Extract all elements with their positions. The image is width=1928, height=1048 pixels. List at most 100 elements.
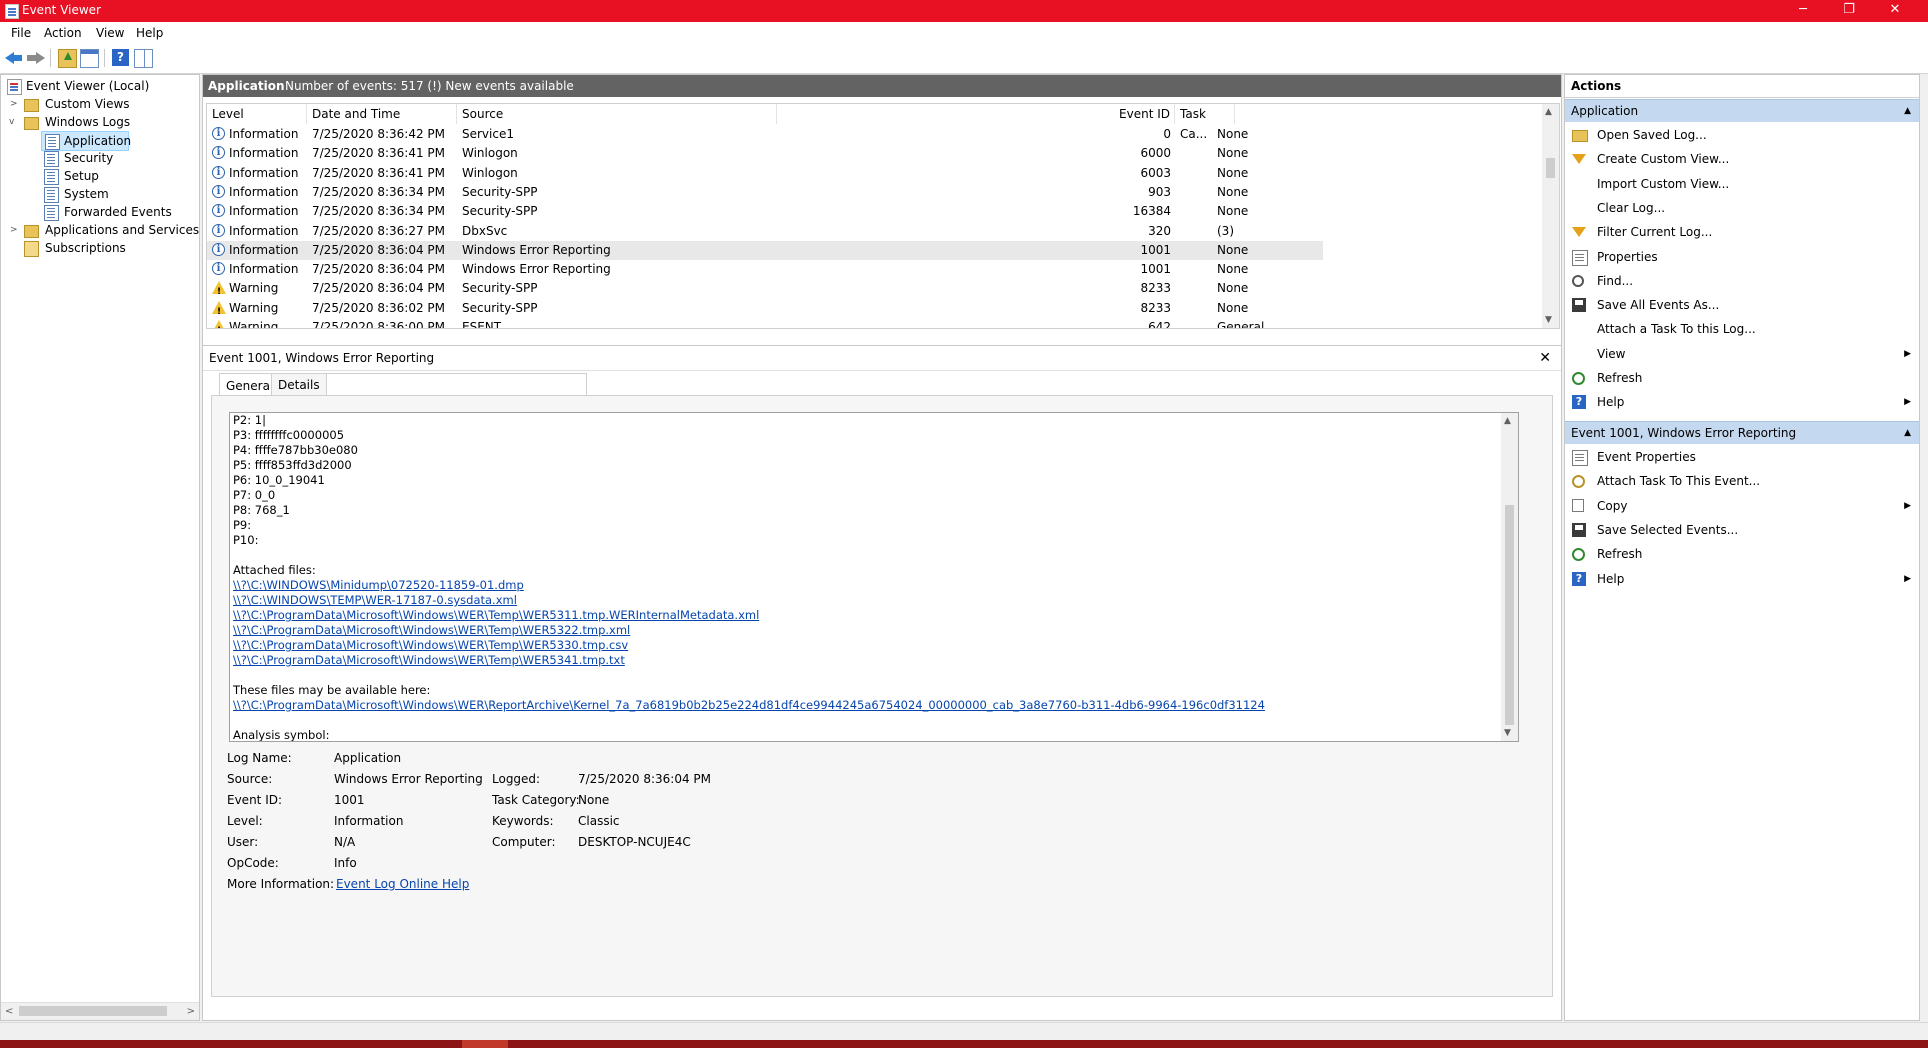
event-list-scrollbar[interactable]: ▲ ▼ xyxy=(1542,104,1559,328)
description-row: Attached files: xyxy=(233,563,316,578)
menu-help[interactable]: Help xyxy=(136,26,163,40)
action-save-selected-events[interactable]: Save Selected Events... xyxy=(1565,518,1919,542)
action-properties[interactable]: Properties xyxy=(1565,245,1919,269)
more-information-label: More Information: xyxy=(227,877,335,891)
event-level: Information xyxy=(229,184,299,199)
scroll-down-icon[interactable]: ▼ xyxy=(1545,315,1552,325)
show-hide-console-tree-icon[interactable] xyxy=(80,49,99,68)
up-folder-icon[interactable] xyxy=(58,49,77,68)
action-open-saved-log[interactable]: Open Saved Log... xyxy=(1565,123,1919,147)
action-find[interactable]: Find... xyxy=(1565,269,1919,293)
chevron-right-icon[interactable]: > xyxy=(10,95,18,113)
tab-details[interactable]: Details xyxy=(271,373,327,397)
column-header-task-category[interactable]: Task Ca... xyxy=(1175,104,1235,141)
actions-section-event[interactable]: Event 1001, Windows Error Reporting ▲ xyxy=(1565,421,1919,444)
scroll-left-icon[interactable]: < xyxy=(5,1003,13,1020)
tree-item-setup[interactable]: Setup xyxy=(41,167,99,185)
file-path-link[interactable]: \\?\C:\ProgramData\Microsoft\Windows\WER… xyxy=(233,698,1265,712)
scroll-down-icon[interactable]: ▼ xyxy=(1504,728,1511,738)
action-filter-current-log[interactable]: Filter Current Log... xyxy=(1565,220,1919,244)
event-row[interactable]: i Information 7/25/2020 8:36:04 PM Windows … xyxy=(207,240,1323,260)
event-row[interactable]: i Information 7/25/2020 8:36:04 PM Windows … xyxy=(207,260,1323,279)
actions-section-application[interactable]: Application ▲ xyxy=(1565,99,1919,122)
tree-item-security[interactable]: Security xyxy=(41,149,113,167)
action-attach-task-to-this-event[interactable]: Attach Task To This Event... xyxy=(1565,469,1919,493)
minimize-button[interactable]: ─ xyxy=(1780,0,1826,22)
event-row[interactable]: i Information 7/25/2020 8:36:34 PM Security… xyxy=(207,183,1323,202)
file-path-link[interactable]: \\?\C:\WINDOWS\TEMP\WER-17187-0.sysdata.… xyxy=(233,593,517,607)
scroll-up-icon[interactable]: ▲ xyxy=(1504,416,1511,426)
action-save-all-events-as[interactable]: Save All Events As... xyxy=(1565,293,1919,317)
menu-file[interactable]: File xyxy=(11,26,31,40)
refresh-icon xyxy=(1572,548,1585,562)
scrollbar-thumb[interactable] xyxy=(19,1006,167,1016)
action-create-custom-view[interactable]: Create Custom View... xyxy=(1565,147,1919,171)
tree-horizontal-scrollbar[interactable]: < > xyxy=(1,1002,199,1020)
close-window-button[interactable]: ✕ xyxy=(1872,0,1918,22)
tree-item-system[interactable]: System xyxy=(41,185,109,203)
scrollbar-thumb[interactable] xyxy=(1505,505,1514,725)
tree-item-subscriptions[interactable]: Subscriptions xyxy=(7,239,126,257)
event-level: Warning xyxy=(229,300,279,315)
action-refresh[interactable]: Refresh xyxy=(1565,542,1919,566)
file-path-link[interactable]: \\?\C:\ProgramData\Microsoft\Windows\WER… xyxy=(233,638,628,652)
column-header-event-id[interactable]: Event ID xyxy=(777,104,1175,124)
file-path-link[interactable]: \\?\C:\ProgramData\Microsoft\Windows\WER… xyxy=(233,623,630,637)
file-path-link[interactable]: \\?\C:\ProgramData\Microsoft\Windows\WER… xyxy=(233,653,625,667)
event-row[interactable]: i Information 7/25/2020 8:36:27 PM DbxSvc 32… xyxy=(207,222,1323,241)
taskbar-active-app[interactable] xyxy=(462,1040,508,1048)
menu-view[interactable]: View xyxy=(96,26,124,40)
tree-item-application[interactable]: Application xyxy=(41,131,131,151)
tree-item-forwarded-events[interactable]: Forwarded Events xyxy=(41,203,172,221)
collapse-up-icon[interactable]: ▲ xyxy=(1904,100,1911,122)
action-help[interactable]: ? Help ▶ xyxy=(1565,567,1919,591)
tree-item-applications-and-services[interactable]: > Applications and Services Lo xyxy=(7,221,217,239)
action-copy[interactable]: Copy ▶ xyxy=(1565,494,1919,518)
show-hide-action-pane-icon[interactable] xyxy=(134,49,153,68)
scroll-right-icon[interactable]: > xyxy=(187,1003,195,1020)
chevron-down-icon[interactable]: v xyxy=(9,113,14,131)
event-description-textbox[interactable]: P2: 1| P3: ffffffffc0000005 P4: ffffe787bb… xyxy=(229,412,1519,742)
event-id: 8233 xyxy=(1140,281,1171,296)
event-row[interactable]: i Information 7/25/2020 8:36:41 PM Winlogon… xyxy=(207,144,1323,163)
event-row[interactable]: i Information 7/25/2020 8:36:41 PM Winlogon… xyxy=(207,164,1323,183)
tree-item-windows-logs[interactable]: v Windows Logs xyxy=(7,113,130,131)
forward-arrow-icon[interactable] xyxy=(27,49,45,66)
tree-item-custom-views[interactable]: > Custom Views xyxy=(7,95,130,113)
back-arrow-icon[interactable] xyxy=(5,49,22,66)
event-row[interactable]: i Information 7/25/2020 8:36:42 PM Service1… xyxy=(207,125,1323,144)
scrollbar-thumb[interactable] xyxy=(1546,158,1555,178)
action-help[interactable]: ? Help ▶ xyxy=(1565,390,1919,414)
event-row[interactable]: Warning 7/25/2020 8:36:04 PM Security-SPP 8… xyxy=(207,279,1323,302)
file-path-link[interactable]: \\?\C:\ProgramData\Microsoft\Windows\WER… xyxy=(233,608,759,622)
event-row[interactable]: Warning 7/25/2020 8:36:00 PM ESENT 642 Gener… xyxy=(207,318,1323,328)
filter-icon xyxy=(1572,154,1586,165)
action-refresh[interactable]: Refresh xyxy=(1565,366,1919,390)
action-label: Import Custom View... xyxy=(1597,176,1730,191)
event-source: DbxSvc xyxy=(462,223,508,238)
action-clear-log[interactable]: Clear Log... xyxy=(1565,196,1919,220)
event-row[interactable]: Warning 7/25/2020 8:36:02 PM Security-SPP 8… xyxy=(207,299,1323,322)
action-attach-a-task-to-this-log[interactable]: Attach a Task To this Log... xyxy=(1565,317,1919,341)
description-scrollbar[interactable]: ▲ ▼ xyxy=(1501,413,1518,741)
action-label: Properties xyxy=(1597,249,1658,264)
action-event-properties[interactable]: Event Properties xyxy=(1565,445,1919,469)
collapse-up-icon[interactable]: ▲ xyxy=(1904,422,1911,444)
file-path-link[interactable]: \\?\C:\WINDOWS\Minidump\072520-11859-01.… xyxy=(233,578,524,592)
column-header-source[interactable]: Source xyxy=(457,104,777,124)
information-icon: i xyxy=(212,127,225,140)
action-view[interactable]: View ▶ xyxy=(1565,342,1919,366)
tree-item-event-viewer-local[interactable]: Event Viewer (Local) xyxy=(7,77,149,95)
column-header-date-time[interactable]: Date and Time xyxy=(307,104,457,124)
menu-action[interactable]: Action xyxy=(44,26,82,40)
column-header-level[interactable]: Level xyxy=(207,104,307,124)
chevron-right-icon[interactable]: > xyxy=(10,221,18,239)
event-log-online-help-link[interactable]: Event Log Online Help xyxy=(336,876,469,893)
event-level: Information xyxy=(229,204,299,219)
help-icon[interactable]: ? xyxy=(112,49,129,66)
restore-button[interactable]: ❐ xyxy=(1826,0,1872,22)
scroll-up-icon[interactable]: ▲ xyxy=(1545,107,1552,117)
action-import-custom-view[interactable]: Import Custom View... xyxy=(1565,172,1919,196)
event-row[interactable]: i Information 7/25/2020 8:36:34 PM Security… xyxy=(207,202,1323,221)
close-icon[interactable]: ✕ xyxy=(1539,346,1551,370)
